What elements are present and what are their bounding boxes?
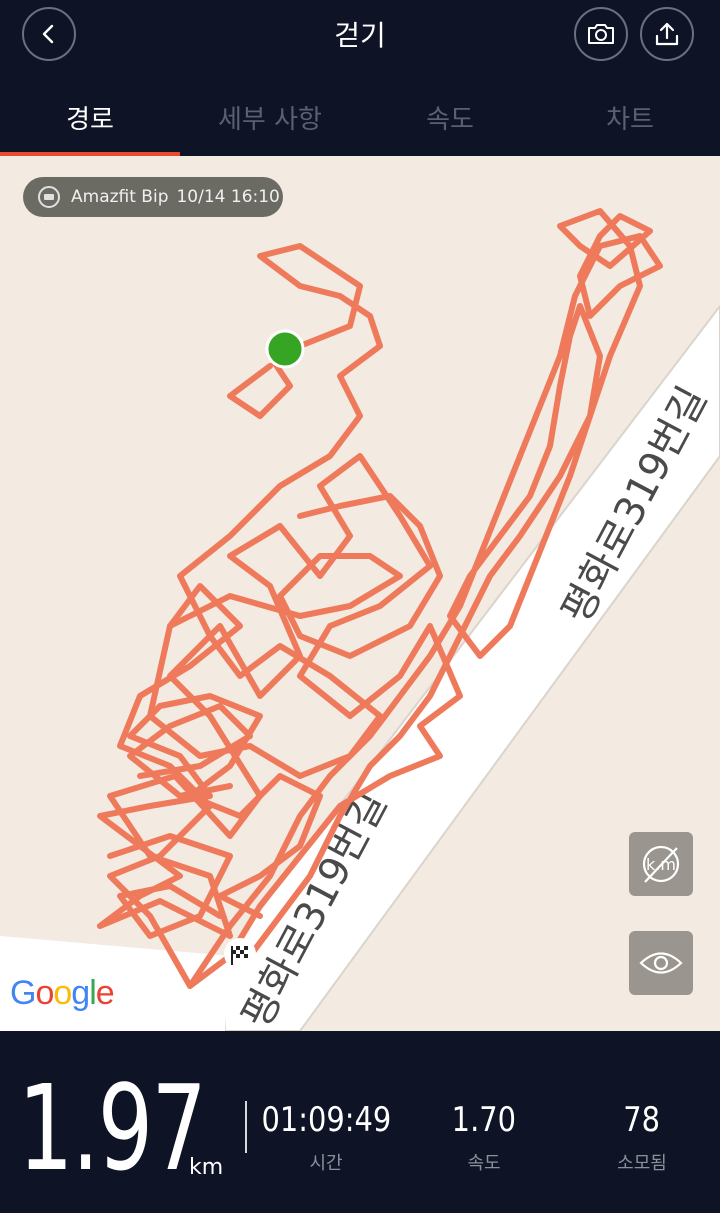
app-root: 걷기 경로 세부 사항 속도 차트 평화로319번길 평화로319번길 Amaz… [0,0,720,1213]
google-logo: Google [10,974,115,1012]
speed-label: 속도 [467,1153,501,1174]
calories-value: 78 [623,1100,661,1140]
stat-duration: 01:09:49 시간 [246,1103,406,1175]
speed-value: 1.70 [451,1100,517,1140]
km-toggle-icon: k.m [642,845,680,883]
tab-chart[interactable]: 차트 [540,78,720,156]
stat-speed: 1.70 속도 [404,1103,564,1175]
checkered-flag-icon [224,938,256,970]
distance-value: 1.97 [18,1059,207,1197]
duration-value: 01:09:49 [261,1100,391,1140]
share-button[interactable] [640,7,694,61]
top-bar: 걷기 [0,0,720,70]
tab-speed[interactable]: 속도 [360,78,540,156]
km-marker-toggle-button[interactable]: k.m [629,832,693,896]
eye-icon [639,952,683,974]
map-canvas: 평화로319번길 평화로319번길 [0,208,720,1031]
watch-icon [38,186,60,208]
visibility-toggle-button[interactable] [629,931,693,995]
stats-bar: 1.97 km 01:09:49 시간 1.70 속도 78 소모됨 [0,1031,720,1213]
share-icon [655,22,679,46]
route-map[interactable]: 평화로319번길 평화로319번길 Amazfit Bip 10/14 16:1… [0,156,720,1031]
camera-button[interactable] [574,7,628,61]
tab-details[interactable]: 세부 사항 [180,78,360,156]
duration-label: 시간 [309,1153,343,1174]
start-marker [265,329,305,369]
activity-datetime: 10/14 16:10 [176,187,280,207]
device-name: Amazfit Bip [71,187,169,207]
distance-unit: km [189,1155,224,1180]
calories-label: 소모됨 [617,1153,667,1174]
device-timestamp-badge: Amazfit Bip 10/14 16:10 [23,177,283,217]
camera-icon [588,24,614,44]
tab-bar: 경로 세부 사항 속도 차트 [0,78,720,156]
tab-route[interactable]: 경로 [0,78,180,156]
stat-calories: 78 소모됨 [562,1103,720,1175]
